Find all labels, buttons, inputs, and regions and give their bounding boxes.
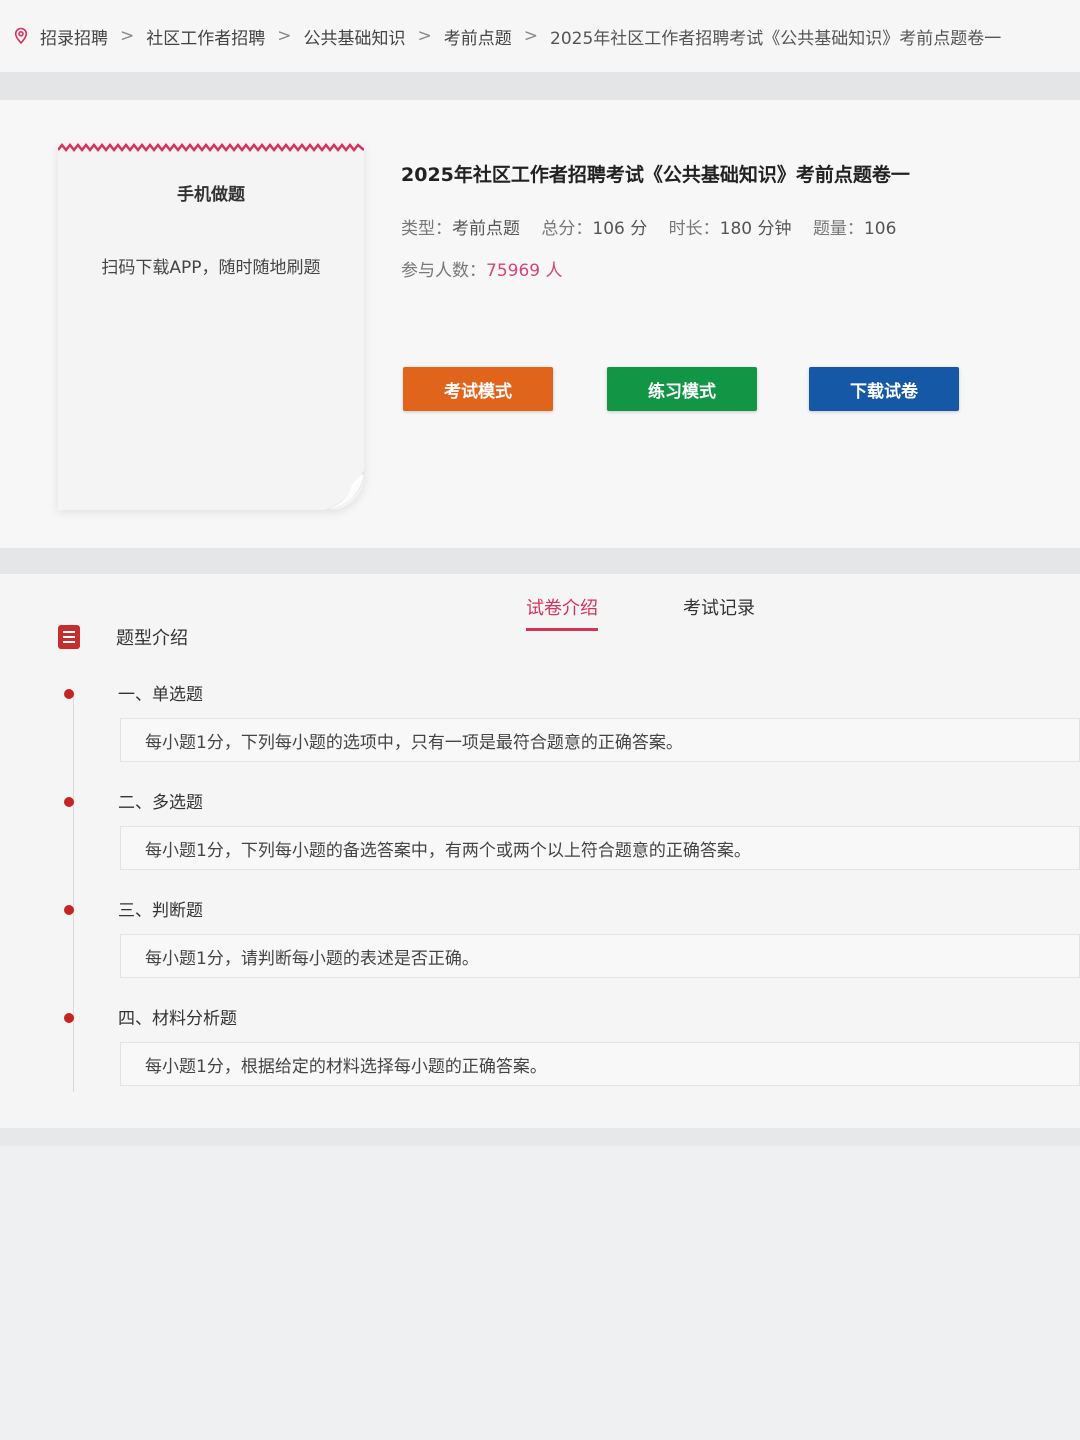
breadcrumb-separator: >: [523, 26, 538, 46]
divider: [0, 548, 1080, 574]
exam-detail-panel: 试卷介绍 考试记录 题型介绍 一、单选题 每小题1分，下列每小题的选项中，只有一…: [0, 574, 1080, 1440]
bullet-dot: [64, 1013, 74, 1023]
divider: [0, 1128, 1080, 1146]
question-type-description: 每小题1分，请判断每小题的表述是否正确。: [120, 934, 1080, 978]
breadcrumb-item-community-worker[interactable]: 社区工作者招聘: [146, 24, 265, 49]
breadcrumb-item-pre-exam[interactable]: 考前点题: [444, 24, 512, 49]
tab-paper-intro[interactable]: 试卷介绍: [526, 594, 598, 631]
breadcrumb: 招录招聘 > 社区工作者招聘 > 公共基础知识 > 考前点题 > 2025年社区…: [0, 0, 1080, 72]
bullet-dot: [64, 905, 74, 915]
breadcrumb-separator: >: [120, 26, 135, 46]
question-type-description: 每小题1分，下列每小题的备选答案中，有两个或两个以上符合题意的正确答案。: [120, 826, 1080, 870]
timeline-line: [73, 694, 74, 1092]
participants-row: 参与人数：75969 人: [401, 256, 562, 281]
score-label: 总分：: [541, 219, 593, 239]
question-type-name: 一、单选题: [118, 685, 203, 705]
breadcrumb-current: 2025年社区工作者招聘考试《公共基础知识》考前点题卷一: [550, 28, 1002, 49]
question-type-name: 四、材料分析题: [118, 1009, 237, 1029]
participants-value: 75969 人: [486, 261, 563, 281]
breadcrumb-separator: >: [417, 26, 432, 46]
section-title: 题型介绍: [116, 628, 188, 649]
duration-value: 180 分钟: [719, 219, 792, 239]
breadcrumb-item-public-knowledge[interactable]: 公共基础知识: [304, 24, 406, 49]
bullet-dot: [64, 689, 74, 699]
breadcrumb-separator: >: [277, 26, 292, 46]
app-download-card: 手机做题 扫码下载APP，随时随地刷题: [58, 142, 364, 510]
page-footer-area: [0, 1146, 1080, 1440]
exam-header-panel: 手机做题 扫码下载APP，随时随地刷题 2025年社区工作者招聘考试《公共基础知…: [0, 100, 1080, 548]
breadcrumb-item-recruitment[interactable]: 招录招聘: [40, 24, 108, 49]
count-label: 题量：: [812, 219, 864, 239]
exam-meta-row: 类型：考前点题 总分：106 分 时长：180 分钟 题量：106: [401, 214, 912, 239]
divider: [0, 72, 1080, 100]
score-value: 106 分: [592, 219, 648, 239]
section-header: 题型介绍: [58, 624, 188, 650]
question-type-name: 二、多选题: [118, 793, 203, 813]
phone-practice-description: 扫码下载APP，随时随地刷题: [101, 258, 321, 278]
question-type-name: 三、判断题: [118, 901, 203, 921]
participants-label: 参与人数：: [401, 261, 486, 281]
duration-label: 时长：: [668, 219, 720, 239]
card-zigzag-border: [58, 142, 364, 152]
count-value: 106: [863, 219, 897, 239]
page-curl-icon: [324, 470, 364, 510]
practice-mode-button[interactable]: 练习模式: [607, 367, 757, 411]
location-pin-icon: [14, 27, 28, 45]
bullet-dot: [64, 797, 74, 807]
exam-mode-button[interactable]: 考试模式: [403, 367, 553, 411]
document-icon: [58, 625, 80, 649]
phone-practice-title: 手机做题: [177, 185, 245, 205]
download-paper-button[interactable]: 下载试卷: [809, 367, 959, 411]
type-value: 考前点题: [452, 219, 520, 239]
question-type-description: 每小题1分，根据给定的材料选择每小题的正确答案。: [120, 1042, 1080, 1086]
exam-title: 2025年社区工作者招聘考试《公共基础知识》考前点题卷一: [401, 164, 910, 186]
question-type-description: 每小题1分，下列每小题的选项中，只有一项是最符合题意的正确答案。: [120, 718, 1080, 762]
type-label: 类型：: [401, 219, 452, 239]
tab-exam-record[interactable]: 考试记录: [683, 594, 755, 620]
